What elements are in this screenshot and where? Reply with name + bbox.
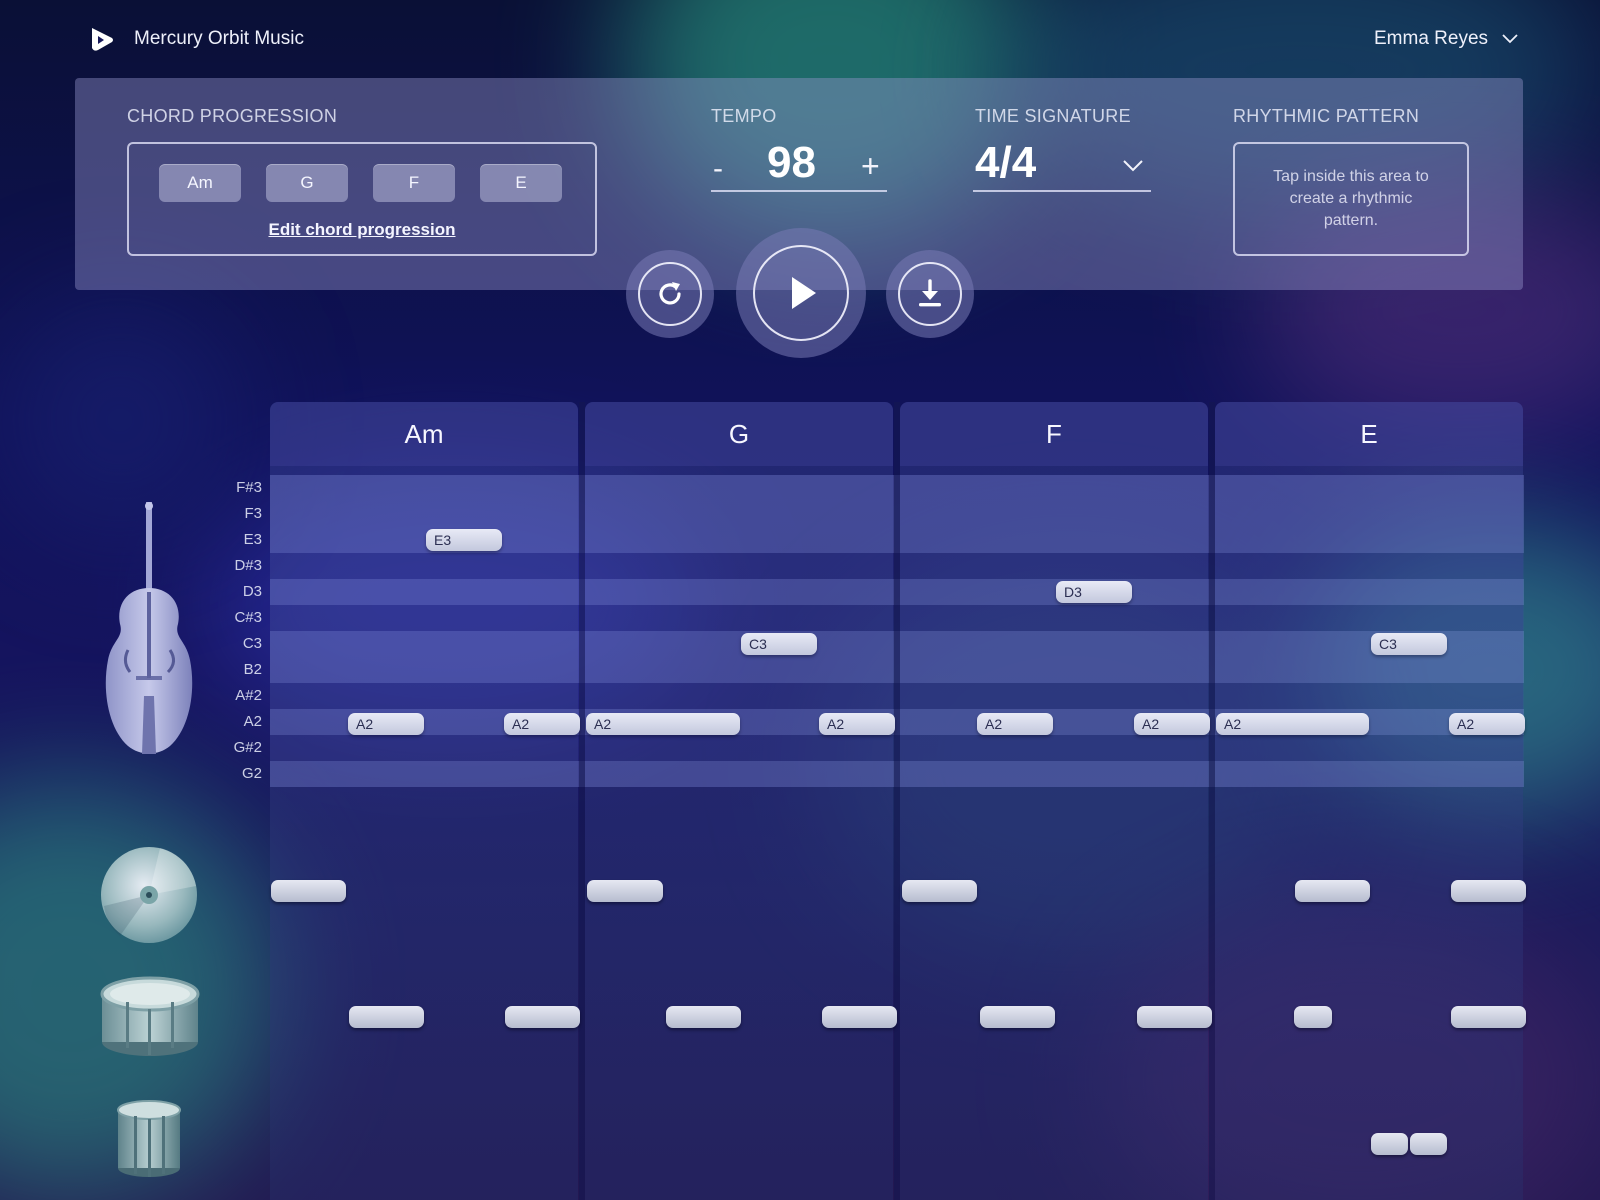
tempo-decrease-button[interactable]: -	[713, 152, 723, 186]
snare-hit[interactable]	[1294, 1006, 1332, 1028]
cymbal-hit[interactable]	[587, 880, 663, 902]
chord-chip-e[interactable]: E	[480, 164, 562, 202]
pitch-label: G2	[241, 765, 262, 782]
pitch-label: A2	[243, 713, 262, 730]
pitch-label: D3	[242, 583, 262, 600]
bass-note[interactable]: A2	[819, 713, 895, 735]
bar-divider	[1209, 402, 1215, 1200]
bass-note[interactable]: A2	[348, 713, 424, 735]
play-button[interactable]	[736, 228, 866, 358]
play-icon	[792, 277, 816, 309]
chevron-down-icon	[1502, 34, 1518, 44]
replay-icon	[659, 282, 681, 305]
pitch-label: C#3	[234, 609, 262, 626]
edit-chord-progression-link[interactable]: Edit chord progression	[129, 220, 595, 240]
bar-divider	[579, 402, 585, 1200]
cymbal-hit[interactable]	[271, 880, 346, 902]
bass-note[interactable]: A2	[504, 713, 580, 735]
kick-hit[interactable]	[1371, 1133, 1408, 1155]
double-bass-icon[interactable]	[98, 500, 202, 762]
user-menu[interactable]: Emma Reyes	[1374, 28, 1518, 50]
bar-header-g: G	[585, 402, 893, 466]
cymbal-icon[interactable]	[100, 846, 198, 944]
bar-divider	[894, 402, 900, 1200]
cymbal-hit[interactable]	[1295, 880, 1370, 902]
pitch-label: F3	[244, 505, 262, 522]
rhythmic-pattern-area[interactable]: Tap inside this area to create a rhythmi…	[1233, 142, 1469, 256]
time-signature-select[interactable]: 4/4	[973, 138, 1151, 192]
bass-note[interactable]: C3	[1371, 633, 1447, 655]
bass-note[interactable]: E3	[426, 529, 502, 551]
chord-chip-f[interactable]: F	[373, 164, 455, 202]
bass-note[interactable]: A2	[586, 713, 740, 735]
user-name: Emma Reyes	[1374, 28, 1489, 49]
bass-note[interactable]: A2	[1216, 713, 1369, 735]
pitch-label: B2	[243, 661, 262, 678]
snare-hit[interactable]	[980, 1006, 1055, 1028]
bar-header-f: F	[900, 402, 1208, 466]
rhythmic-pattern-label: RHYTHMIC PATTERN	[1233, 106, 1420, 126]
kick-drum-icon[interactable]	[116, 1100, 182, 1178]
time-signature-value: 4/4	[975, 138, 1037, 187]
chord-chip-g[interactable]: G	[266, 164, 348, 202]
snare-hit[interactable]	[822, 1006, 897, 1028]
pitch-label: G#2	[233, 739, 262, 756]
app-logo-icon[interactable]	[88, 26, 116, 54]
bass-note[interactable]: C3	[741, 633, 817, 655]
pitch-label: C3	[242, 635, 262, 652]
bass-note[interactable]: A2	[1449, 713, 1525, 735]
download-icon	[919, 279, 941, 307]
snare-hit[interactable]	[666, 1006, 741, 1028]
snare-hit[interactable]	[1451, 1006, 1526, 1028]
cymbal-hit[interactable]	[1451, 880, 1526, 902]
snare-drum-icon[interactable]	[100, 976, 200, 1060]
cymbal-hit[interactable]	[902, 880, 977, 902]
pitch-label: E3	[243, 531, 262, 548]
snare-hit[interactable]	[505, 1006, 580, 1028]
snare-hit[interactable]	[349, 1006, 424, 1028]
app-title[interactable]: Mercury Orbit Music	[134, 28, 304, 50]
chord-chip-am[interactable]: Am	[159, 164, 241, 202]
snare-hit[interactable]	[1137, 1006, 1212, 1028]
bass-note[interactable]: A2	[977, 713, 1053, 735]
pitch-label: A#2	[235, 687, 262, 704]
tempo-label: TEMPO	[711, 106, 777, 126]
download-button[interactable]	[886, 250, 974, 338]
bass-note[interactable]: A2	[1134, 713, 1210, 735]
bar-header-am: Am	[270, 402, 578, 466]
tempo-value[interactable]: 98	[767, 138, 816, 188]
replay-button[interactable]	[626, 250, 714, 338]
chord-progression-label: CHORD PROGRESSION	[127, 106, 338, 126]
pitch-label: F#3	[236, 479, 262, 496]
time-signature-label: TIME SIGNATURE	[975, 106, 1131, 126]
bar-header-e: E	[1215, 402, 1523, 466]
chord-progression-box: Am G F E Edit chord progression	[127, 142, 597, 256]
kick-hit[interactable]	[1410, 1133, 1447, 1155]
pitch-label: D#3	[234, 557, 262, 574]
tempo-control: - 98 +	[711, 138, 887, 192]
bass-note[interactable]: D3	[1056, 581, 1132, 603]
chevron-down-icon	[1123, 160, 1143, 172]
tempo-increase-button[interactable]: +	[861, 148, 880, 185]
